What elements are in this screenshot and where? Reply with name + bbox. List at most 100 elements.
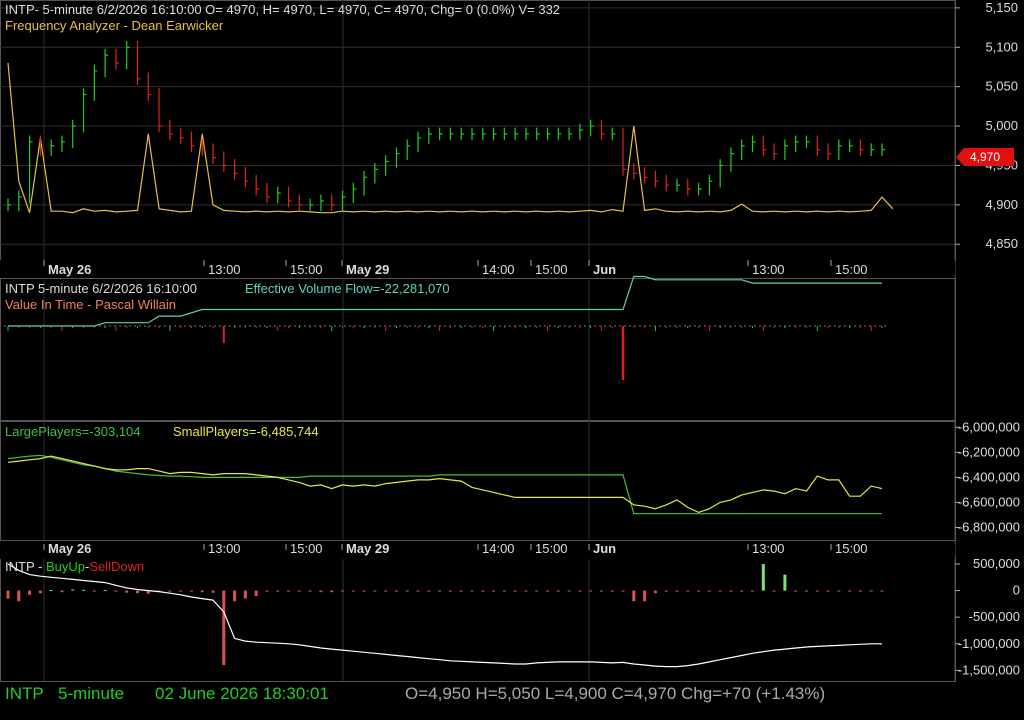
pane-frame (0, 0, 956, 261)
buysell-bar (265, 590, 269, 592)
price-tick-label: 4,850 (985, 236, 1018, 251)
buysell-bar (621, 590, 625, 592)
buysell-bar (459, 590, 463, 592)
buysell-bar (71, 589, 75, 591)
date-tick-label: 13:00 (208, 541, 241, 556)
evf-label: Effective Volume Flow=-22,281,070 (245, 281, 450, 296)
status-ohlc: O=4,950 H=5,050 L=4,900 C=4,970 Chg=+70 … (405, 684, 826, 703)
small-players-label: SmallPlayers=-6,485,744 (173, 424, 319, 439)
buysell-bar (362, 590, 366, 592)
price-tick-label: 5,100 (985, 39, 1018, 54)
buysell-bar (513, 590, 517, 592)
buysell-bar (211, 590, 215, 593)
buysell-bar (556, 590, 560, 592)
buysell-bar (804, 590, 808, 592)
buysell-bar (179, 590, 183, 592)
buysell-bar (243, 590, 247, 599)
price-tick-label: 4,900 (985, 197, 1018, 212)
buysell-bar (783, 574, 787, 591)
date-tick-label: May 26 (48, 541, 91, 556)
small-players-line (7, 455, 883, 514)
buysell-bar (718, 590, 722, 592)
header-title: INTP- 5-minute 6/2/2026 16:10:00 O= 4970… (5, 2, 561, 17)
buysell-bar (114, 590, 118, 592)
buysell-bar (60, 590, 64, 593)
buysell-bar (794, 590, 798, 592)
buysell-bar (599, 590, 603, 592)
buysell-bar (772, 590, 776, 592)
pane-frame (0, 421, 956, 541)
players-tick-label: -6,600,000 (958, 494, 1020, 509)
buysell-bar (815, 590, 819, 592)
date-tick-label: 14:00 (482, 541, 515, 556)
buysell-bar (233, 590, 237, 602)
buysell-bar (869, 590, 873, 592)
buysell-bar (546, 590, 550, 592)
buysell-bar (448, 590, 452, 592)
last-price-tag: 4,970 (956, 148, 1014, 166)
buysell-bar (761, 563, 765, 591)
buysell-bar (470, 590, 474, 592)
buysell-bar (17, 590, 21, 602)
date-tick-label: 15:00 (835, 262, 868, 277)
date-tick-label: Jun (593, 262, 616, 277)
buysell-bar (664, 590, 668, 592)
large-players-label: LargePlayers=-303,104 (5, 424, 141, 439)
buysell-bar (49, 590, 53, 592)
date-tick-label: Jun (593, 541, 616, 556)
buysell-bar (858, 590, 862, 592)
buysell-tick-label: -500,000 (969, 609, 1020, 624)
buysell-bar (38, 590, 42, 594)
players-tick-label: -6,400,000 (958, 469, 1020, 484)
buysell-bar (405, 590, 409, 592)
buysell-bar (578, 590, 582, 592)
buysell-tick-label: -1,500,000 (958, 662, 1020, 677)
players-tick-label: -6,200,000 (958, 444, 1020, 459)
buysell-bar (373, 590, 377, 592)
indicator-name: Frequency Analyzer - Dean Earwicker (5, 18, 224, 33)
buysell-bar (384, 590, 388, 592)
chart-area[interactable]: 4,8504,9004,9505,0005,0505,1005,150May 2… (0, 0, 1024, 720)
date-tick-label: May 29 (346, 262, 389, 277)
buysell-bar (697, 590, 701, 592)
players-tick-label: -6,800,000 (958, 519, 1020, 534)
date-tick-label: 14:00 (482, 262, 515, 277)
buysell-bar (589, 590, 593, 592)
buysell-bar (643, 590, 647, 602)
buysell-bar (394, 590, 398, 592)
buysell-bar (254, 590, 258, 596)
date-tick-label: May 29 (346, 541, 389, 556)
buysell-tick-label: 500,000 (973, 556, 1020, 571)
price-tick-label: 5,150 (985, 0, 1018, 15)
pane2-title: INTP 5-minute 6/2/2026 16:10:00 (5, 281, 197, 296)
buysell-bar (438, 590, 442, 592)
buysell-bar (92, 590, 96, 592)
buysell-bar (826, 590, 830, 592)
buysell-bar (416, 590, 420, 592)
date-tick-label: 15:00 (835, 541, 868, 556)
buysell-bar (729, 590, 733, 592)
buysell-bar (535, 590, 539, 592)
buysell-bar (848, 590, 852, 592)
buysell-bar (168, 590, 172, 592)
buysell-bar (351, 590, 355, 592)
buysell-bar (287, 590, 291, 592)
buysell-bar (686, 590, 690, 592)
buysell-bar (135, 590, 139, 594)
buysell-bar (653, 590, 657, 594)
buysell-bar (481, 590, 485, 592)
buysell-tick-label: 0 (1013, 583, 1020, 598)
buysell-bar (567, 590, 571, 592)
buysell-bar (308, 590, 312, 592)
buysell-bar (492, 590, 496, 592)
date-tick-label: 15:00 (290, 541, 323, 556)
buysell-bar (524, 590, 528, 592)
status-interval: 5-minute (58, 684, 125, 703)
buyup-label: BuyUp (45, 559, 85, 574)
price-tick-label: 5,000 (985, 118, 1018, 133)
price-tick-label: 5,050 (985, 79, 1018, 94)
buysell-bar (297, 590, 301, 592)
buysell-bar (740, 590, 744, 592)
date-tick-label: 15:00 (535, 541, 568, 556)
players-tick-label: -6,000,000 (958, 419, 1020, 434)
